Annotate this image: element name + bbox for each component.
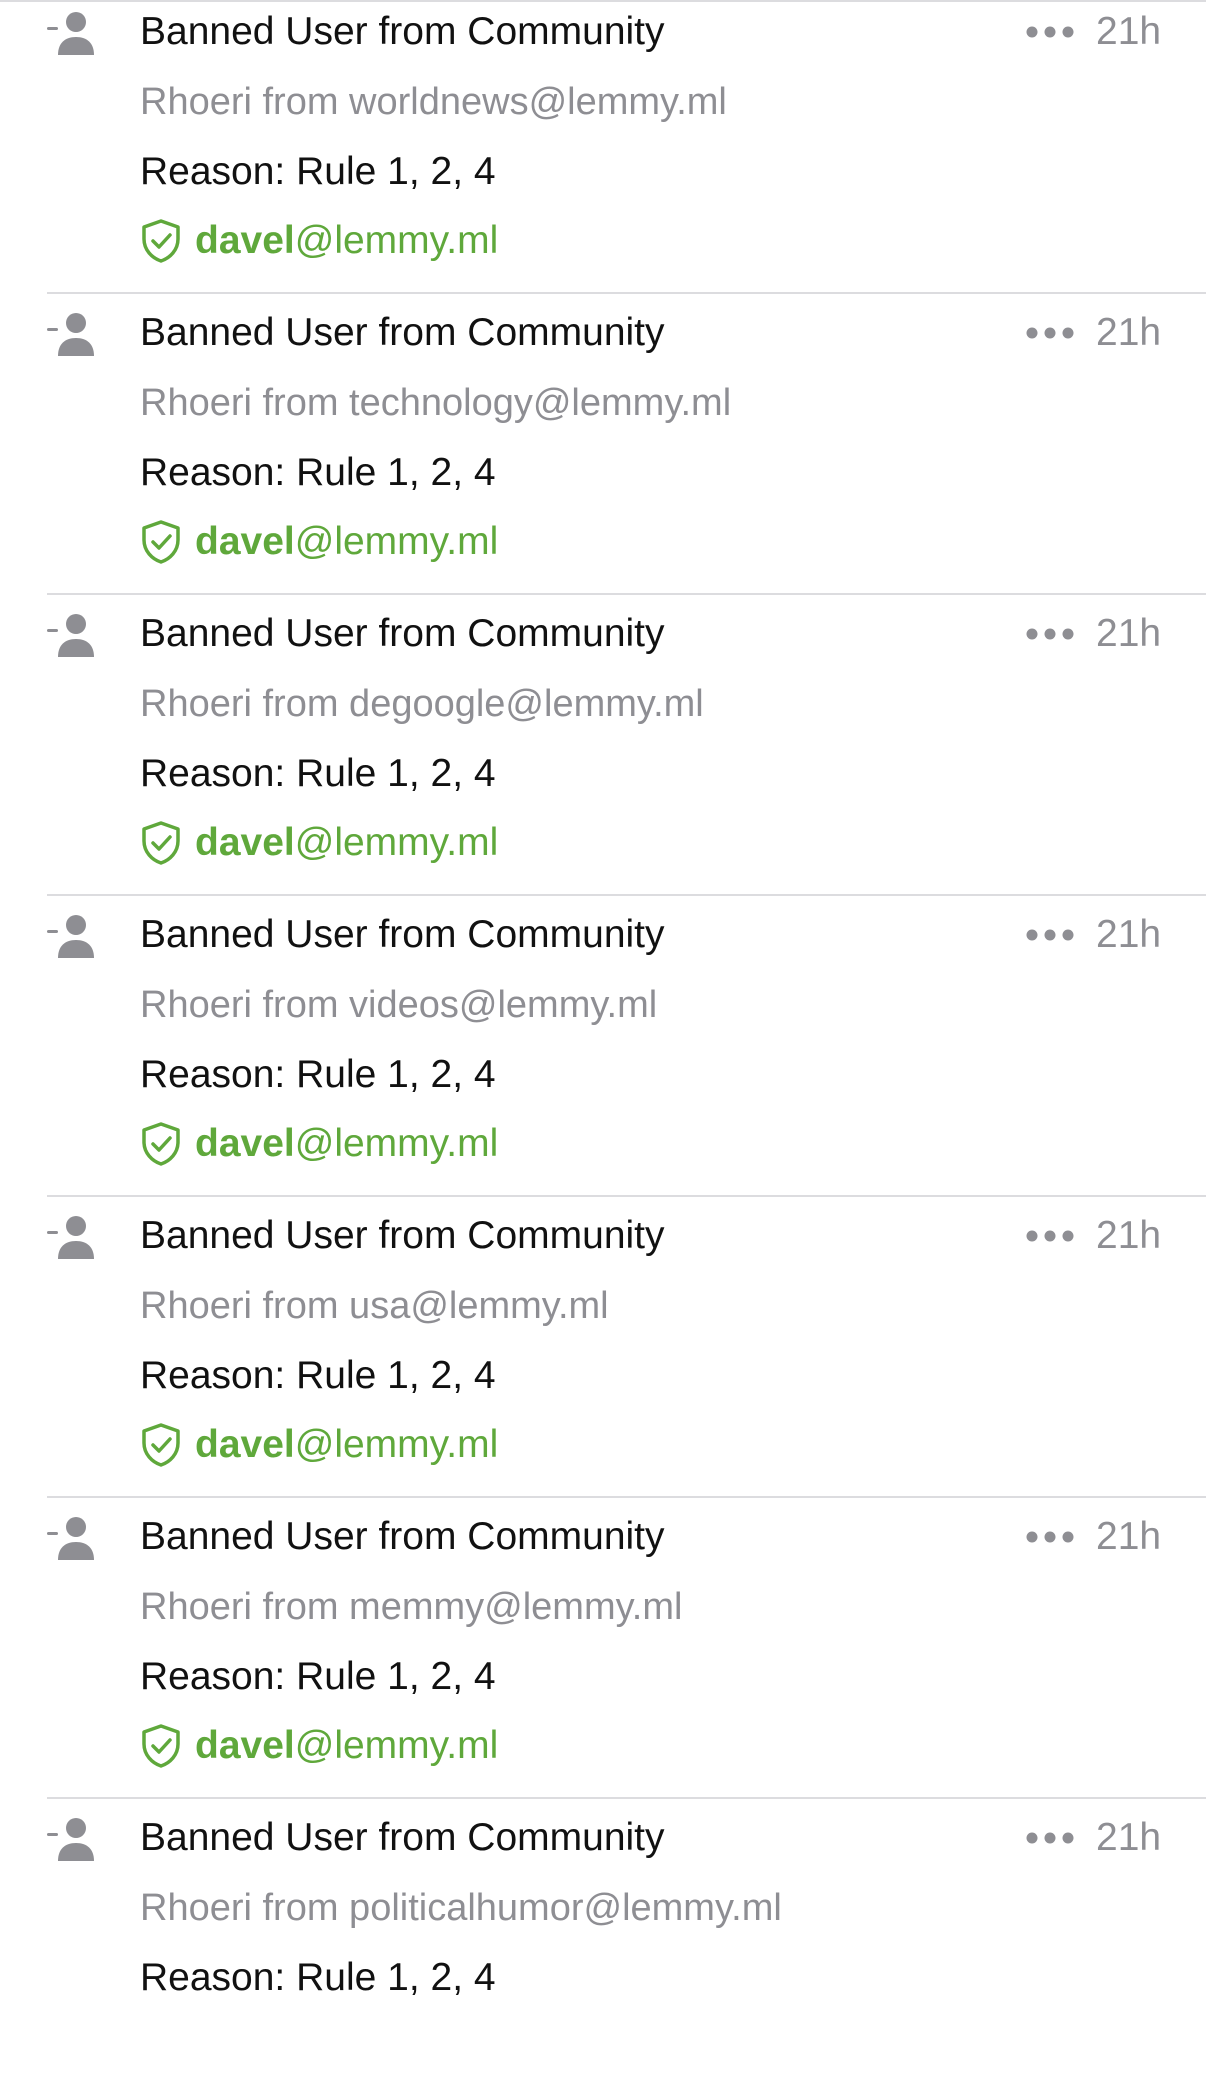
ellipsis-icon[interactable] — [1026, 326, 1074, 340]
entry-reason: Reason: Rule 1, 2, 4 — [140, 451, 496, 494]
entry-title: Banned User from Community — [140, 913, 665, 956]
entry-timestamp: 21h — [1096, 311, 1162, 354]
entry-title: Banned User from Community — [140, 311, 665, 354]
moderator-instance: @lemmy.ml — [294, 1724, 499, 1767]
shield-check-icon — [140, 1422, 182, 1468]
shield-check-icon — [140, 1723, 182, 1769]
shield-check-icon — [140, 519, 182, 565]
modlog-entry[interactable]: Banned User from Community 21h Rhoeri fr… — [0, 0, 1206, 294]
moderator-instance: @lemmy.ml — [294, 821, 499, 864]
entry-timestamp: 21h — [1096, 1515, 1162, 1558]
entry-reason: Reason: Rule 1, 2, 4 — [140, 1354, 496, 1397]
entry-timestamp: 21h — [1096, 1816, 1162, 1859]
entry-timestamp: 21h — [1096, 10, 1162, 53]
person-minus-icon — [47, 1215, 97, 1259]
moderator-link[interactable]: davel @lemmy.ml — [140, 1119, 498, 1169]
ellipsis-icon[interactable] — [1026, 627, 1074, 641]
ellipsis-icon[interactable] — [1026, 1229, 1074, 1243]
moderator-name: davel — [195, 219, 295, 262]
moderator-name: davel — [195, 821, 295, 864]
moderator-name: davel — [195, 1423, 295, 1466]
entry-title: Banned User from Community — [140, 10, 665, 53]
entry-subtitle[interactable]: Rhoeri from technology@lemmy.ml — [140, 378, 731, 428]
entry-timestamp: 21h — [1096, 1214, 1162, 1257]
moderator-link[interactable]: davel @lemmy.ml — [140, 818, 498, 868]
moderator-link[interactable]: davel @lemmy.ml — [140, 517, 498, 567]
moderator-link[interactable]: davel @lemmy.ml — [140, 1420, 498, 1470]
entry-reason: Reason: Rule 1, 2, 4 — [140, 752, 496, 795]
entry-reason: Reason: Rule 1, 2, 4 — [140, 1956, 496, 1999]
shield-check-icon — [140, 1121, 182, 1167]
entry-timestamp: 21h — [1096, 913, 1162, 956]
ellipsis-icon[interactable] — [1026, 928, 1074, 942]
moderator-link[interactable]: davel @lemmy.ml — [140, 1721, 498, 1771]
entry-title: Banned User from Community — [140, 1816, 665, 1859]
entry-title: Banned User from Community — [140, 612, 665, 655]
moderator-name: davel — [195, 520, 295, 563]
entry-reason: Reason: Rule 1, 2, 4 — [140, 1655, 496, 1698]
moderator-name: davel — [195, 1122, 295, 1165]
entry-subtitle[interactable]: Rhoeri from degoogle@lemmy.ml — [140, 679, 704, 729]
modlog-entry[interactable]: Banned User from Community 21h Rhoeri fr… — [0, 595, 1206, 896]
person-minus-icon — [47, 613, 97, 657]
modlog-entry[interactable]: Banned User from Community 21h Rhoeri fr… — [0, 1799, 1206, 2100]
person-minus-icon — [47, 312, 97, 356]
entry-title: Banned User from Community — [140, 1515, 665, 1558]
entry-subtitle[interactable]: Rhoeri from memmy@lemmy.ml — [140, 1582, 682, 1632]
moderator-name: davel — [195, 1724, 295, 1767]
modlog-feed[interactable]: Banned User from Community 21h Rhoeri fr… — [0, 0, 1206, 2100]
entry-subtitle[interactable]: Rhoeri from videos@lemmy.ml — [140, 980, 657, 1030]
ellipsis-icon[interactable] — [1026, 1530, 1074, 1544]
moderator-instance: @lemmy.ml — [294, 520, 499, 563]
moderator-instance: @lemmy.ml — [294, 219, 499, 262]
ellipsis-icon[interactable] — [1026, 1831, 1074, 1845]
person-minus-icon — [47, 1516, 97, 1560]
entry-timestamp: 21h — [1096, 612, 1162, 655]
person-minus-icon — [47, 1817, 97, 1861]
moderator-instance: @lemmy.ml — [294, 1122, 499, 1165]
ellipsis-icon[interactable] — [1026, 25, 1074, 39]
entry-reason: Reason: Rule 1, 2, 4 — [140, 1053, 496, 1096]
shield-check-icon — [140, 820, 182, 866]
shield-check-icon — [140, 218, 182, 264]
entry-title: Banned User from Community — [140, 1214, 665, 1257]
moderator-link[interactable]: davel @lemmy.ml — [140, 216, 498, 266]
moderator-instance: @lemmy.ml — [294, 1423, 499, 1466]
person-minus-icon — [47, 914, 97, 958]
modlog-entry[interactable]: Banned User from Community 21h Rhoeri fr… — [0, 1498, 1206, 1799]
modlog-entry[interactable]: Banned User from Community 21h Rhoeri fr… — [0, 1197, 1206, 1498]
modlog-entry[interactable]: Banned User from Community 21h Rhoeri fr… — [0, 896, 1206, 1197]
entry-subtitle[interactable]: Rhoeri from usa@lemmy.ml — [140, 1281, 609, 1331]
modlog-entry[interactable]: Banned User from Community 21h Rhoeri fr… — [0, 294, 1206, 595]
entry-subtitle[interactable]: Rhoeri from politicalhumor@lemmy.ml — [140, 1883, 782, 1933]
entry-reason: Reason: Rule 1, 2, 4 — [140, 150, 496, 193]
person-minus-icon — [47, 11, 97, 55]
entry-subtitle[interactable]: Rhoeri from worldnews@lemmy.ml — [140, 77, 727, 127]
